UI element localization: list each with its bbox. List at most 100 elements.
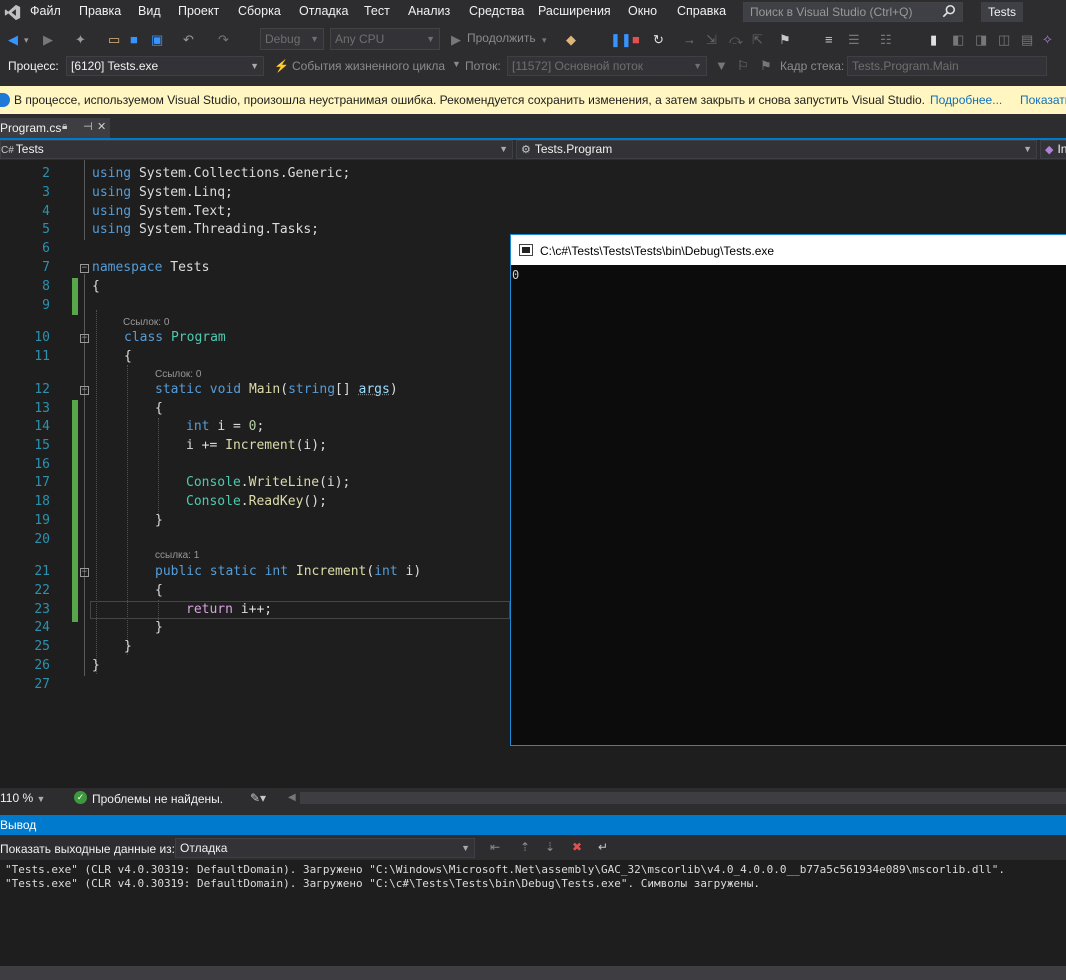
class-name: Program: [170, 330, 226, 345]
project-navigation-select[interactable]: C# Tests ▼: [0, 140, 513, 159]
open-file-icon[interactable]: ▭: [108, 31, 120, 49]
quick-launch-search[interactable]: Поиск в Visual Studio (Ctrl+Q): [743, 2, 963, 22]
collapse-class-icon[interactable]: −: [80, 334, 89, 343]
restart-icon[interactable]: ↻: [653, 31, 664, 49]
next-bookmark-icon[interactable]: ◨: [975, 31, 987, 49]
continue-dropdown-icon[interactable]: ▾: [542, 31, 547, 49]
code-lens-references[interactable]: ссылка: 1: [155, 550, 199, 561]
next-message-icon[interactable]: ⇣: [545, 840, 555, 854]
toggle-flag-icon[interactable]: ⚐: [737, 57, 749, 75]
back-dropdown-icon[interactable]: ▾: [24, 31, 29, 49]
zoom-select[interactable]: 110 % ▼: [0, 790, 55, 806]
scroll-left-icon[interactable]: ◀: [288, 789, 296, 807]
output-horizontal-scrollbar[interactable]: [0, 966, 1066, 980]
show-flagged-icon[interactable]: ⚑: [760, 57, 772, 75]
clear-all-icon[interactable]: ✖: [572, 840, 582, 854]
navigate-back-icon[interactable]: ◀: [8, 31, 18, 49]
stack-frame-select[interactable]: Tests.Program.Main: [847, 56, 1047, 76]
output-text-area[interactable]: "Tests.exe" (CLR v4.0.30319: DefaultDoma…: [0, 860, 1066, 966]
solution-platform-select[interactable]: Any CPU ▼: [330, 28, 440, 50]
code-fragment: i +=: [186, 438, 226, 453]
show-link[interactable]: Показать: [1020, 93, 1066, 107]
code-cleanup-icon[interactable]: ✎▾: [250, 789, 266, 807]
menu-build[interactable]: Сборка: [238, 4, 281, 18]
type-navigation-select[interactable]: ⚙ Tests.Program ▼: [516, 140, 1037, 159]
menu-analyze[interactable]: Анализ: [408, 4, 450, 18]
console-title-bar[interactable]: C:\c#\Tests\Tests\Tests\bin\Debug\Tests.…: [511, 235, 1066, 265]
save-all-icon[interactable]: ▣: [151, 31, 163, 49]
new-item-icon[interactable]: ✦: [75, 31, 86, 49]
member-navigation-select[interactable]: ◆In: [1040, 140, 1066, 159]
output-source-select[interactable]: Отладка ▼: [175, 838, 475, 858]
lifecycle-dropdown-icon[interactable]: ▼: [452, 59, 461, 69]
solution-configuration-select[interactable]: Debug ▼: [260, 28, 324, 50]
continue-button[interactable]: Продолжить: [467, 31, 536, 45]
collapse-increment-icon[interactable]: −: [80, 568, 89, 577]
menu-tools[interactable]: Средства: [469, 4, 524, 18]
toggle-word-wrap-icon[interactable]: ↵: [598, 840, 608, 854]
keyword: static: [209, 564, 257, 579]
collapse-namespace-icon[interactable]: −: [80, 264, 89, 273]
step-into-icon[interactable]: ⇲: [706, 31, 717, 49]
horizontal-scrollbar[interactable]: [300, 792, 1066, 804]
live-share-icon[interactable]: ✧: [1042, 31, 1053, 49]
menu-view[interactable]: Вид: [138, 4, 161, 18]
break-all-icon[interactable]: ❚❚: [610, 31, 632, 49]
thread-flag-icon[interactable]: ⚑: [779, 31, 791, 49]
problems-status[interactable]: Проблемы не найдены.: [92, 792, 223, 806]
save-icon[interactable]: ■: [130, 31, 138, 49]
show-next-statement-icon[interactable]: →: [683, 31, 696, 49]
line-number: 9: [42, 298, 50, 313]
step-over-icon[interactable]: ⤼: [729, 31, 743, 49]
console-app-icon: [519, 244, 533, 256]
filter-icon[interactable]: ▼: [715, 57, 728, 75]
format-document-icon[interactable]: ≡: [825, 31, 833, 49]
chevron-down-icon: ▼: [461, 843, 470, 853]
process-select[interactable]: [6120] Tests.exe ▼: [66, 56, 264, 76]
collapse-main-icon[interactable]: −: [80, 386, 89, 395]
tab-program-cs[interactable]: Program.cs 🔒︎ ⊣ ✕: [0, 118, 110, 138]
continue-play-icon[interactable]: ▶: [451, 31, 461, 49]
undo-icon[interactable]: ↶: [183, 31, 194, 49]
stop-debugging-icon[interactable]: ■: [632, 31, 640, 49]
previous-message-icon[interactable]: ⇡: [520, 840, 530, 854]
thread-select[interactable]: [11572] Основной поток ▼: [507, 56, 707, 76]
using-directive: System.Collections.Generic;: [138, 166, 351, 181]
change-indicator: [72, 400, 78, 622]
menu-window[interactable]: Окно: [628, 4, 657, 18]
menu-extensions[interactable]: Расширения: [538, 4, 611, 18]
standard-toolbar: ◀ ▾ ▶ ✦ ▭ ■ ▣ ↶ ↷ Debug ▼ Any CPU ▼ ▶ Прод…: [0, 27, 1066, 53]
redo-icon[interactable]: ↷: [218, 31, 229, 49]
menu-edit[interactable]: Правка: [79, 4, 121, 18]
keyword: string: [288, 382, 336, 397]
menu-file[interactable]: Файл: [30, 4, 61, 18]
prev-bookmark-icon[interactable]: ◧: [952, 31, 964, 49]
output-line: "Tests.exe" (CLR v4.0.30319: DefaultDoma…: [5, 877, 760, 890]
close-icon[interactable]: ✕: [97, 120, 106, 133]
find-message-icon[interactable]: ⇤: [490, 840, 500, 854]
editor-status-strip: 110 % ▼ ✓ Проблемы не найдены. ✎▾ ◀: [0, 788, 1066, 808]
comment-icon[interactable]: ☰: [848, 31, 860, 49]
thread-label: Поток:: [465, 59, 501, 73]
menu-project[interactable]: Проект: [178, 4, 219, 18]
code-line: }: [155, 620, 163, 635]
menu-help[interactable]: Справка: [677, 4, 726, 18]
code-lens-references[interactable]: Ссылок: 0: [155, 369, 201, 380]
bookmark-window-icon[interactable]: ▤: [1021, 31, 1033, 49]
code-lens-references[interactable]: Ссылок: 0: [123, 317, 169, 328]
more-info-link[interactable]: Подробнее...: [930, 93, 1002, 107]
lifecycle-events-button[interactable]: События жизненного цикла: [292, 59, 445, 73]
menu-debug[interactable]: Отладка: [299, 4, 348, 18]
line-number: 5: [42, 222, 50, 237]
menu-test[interactable]: Тест: [364, 4, 390, 18]
clear-bookmarks-icon[interactable]: ◫: [998, 31, 1010, 49]
console-window[interactable]: C:\c#\Tests\Tests\Tests\bin\Debug\Tests.…: [510, 234, 1066, 746]
output-panel-header[interactable]: Вывод: [0, 815, 1066, 835]
process-filter-icon[interactable]: ◆: [566, 31, 576, 49]
uncomment-icon[interactable]: ☷: [880, 31, 892, 49]
step-out-icon[interactable]: ⇱: [752, 31, 763, 49]
pin-icon[interactable]: ⊣: [83, 120, 93, 133]
solution-name-badge: Tests: [981, 2, 1023, 22]
bookmark-icon[interactable]: ▮: [930, 31, 937, 49]
navigate-forward-icon[interactable]: ▶: [43, 31, 53, 49]
